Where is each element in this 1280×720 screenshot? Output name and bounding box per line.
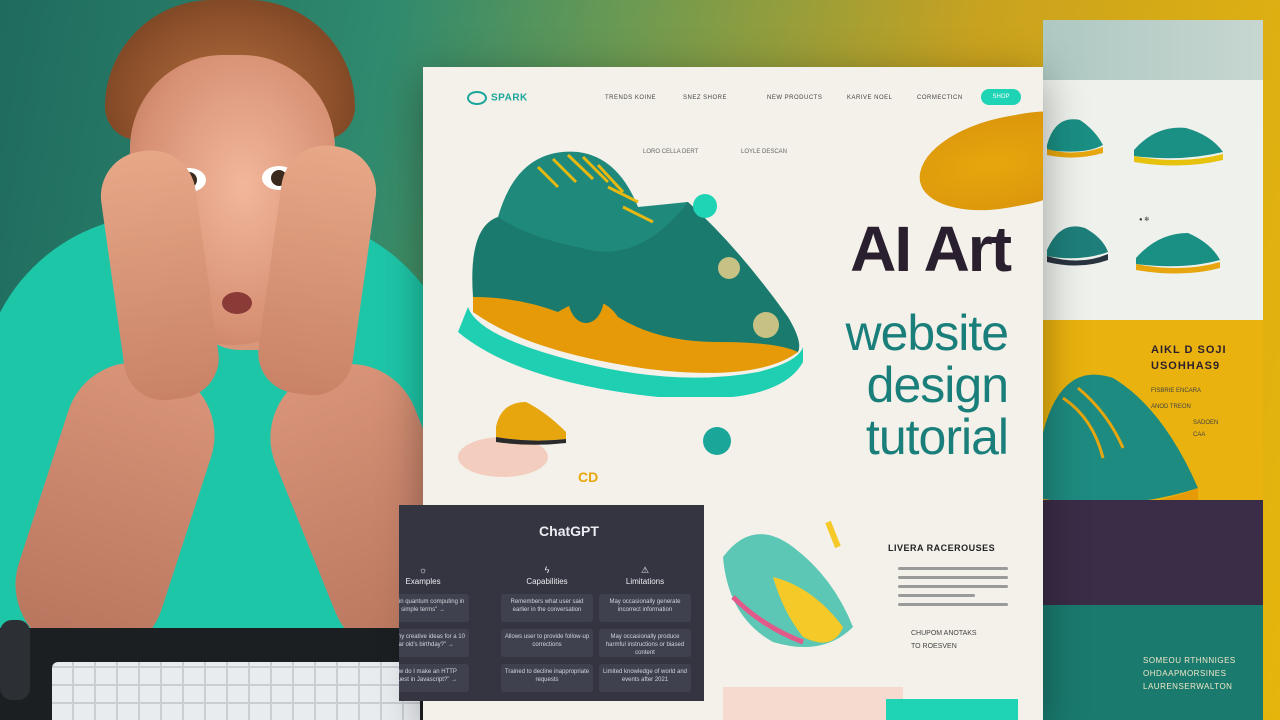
mockup-cta-button: SHOP xyxy=(981,89,1021,105)
side-purple-section xyxy=(1043,500,1263,605)
mockup-body-lines xyxy=(898,561,1008,612)
column-header: Examples xyxy=(405,577,441,586)
subtitle-line-design: design xyxy=(866,357,1009,413)
headline-subtitle: website design tutorial xyxy=(723,305,1009,465)
lightning-icon: ϟ xyxy=(544,565,550,575)
capability-card: Remembers what user said earlier in the … xyxy=(501,594,593,622)
mouth xyxy=(222,292,252,314)
limitation-card: May occasionally generate incorrect info… xyxy=(599,594,691,622)
bottom-shoe-icon xyxy=(723,520,853,647)
limitation-card: Limited knowledge of world and events af… xyxy=(599,664,691,692)
mockup-bottom-pink-band xyxy=(723,687,903,720)
chatgpt-column-examples: ☼ Examples "Explain quantum computing in… xyxy=(399,565,469,699)
side-shoe-3-icon xyxy=(1047,226,1108,266)
mockup-stray-mark: CD xyxy=(578,469,599,485)
mockup-link-1: CHUPOM ANOTAKS xyxy=(911,630,977,637)
mockup-nav-item-5: CORMECTICN xyxy=(917,95,963,101)
example-card[interactable]: "Got any creative ideas for a 10 year ol… xyxy=(399,629,469,657)
limitation-card: May occasionally produce harmful instruc… xyxy=(599,629,691,657)
chatgpt-column-capabilities: ϟ Capabilities Remembers what user said … xyxy=(501,565,593,699)
logo-swirl-icon xyxy=(467,91,487,105)
side-shoe-1-icon xyxy=(1047,119,1103,158)
pale-dot-1 xyxy=(718,257,740,279)
chatgpt-title: ChatGPT xyxy=(539,523,599,539)
yellow-blob-decoration xyxy=(911,102,1043,222)
column-header: Capabilities xyxy=(526,577,568,586)
small-shoe-icon xyxy=(496,402,566,445)
sun-icon: ☼ xyxy=(418,565,428,575)
side-website-mockup: ● ✻ AIKL D SOJI USOHHAS9 FISBRIE ENCARA … xyxy=(1043,20,1263,720)
mockup-nav-item-3: NEW PRODUCTS xyxy=(767,95,823,101)
example-card[interactable]: "How do I make an HTTP request in Javasc… xyxy=(399,664,469,692)
mockup-nav-item-1: TRENDS KOINE xyxy=(605,95,657,101)
mockup-logo: SPARK xyxy=(467,91,528,105)
example-card[interactable]: "Explain quantum computing in simple ter… xyxy=(399,594,469,622)
computer-mouse xyxy=(0,620,30,700)
side-shoe-4-icon xyxy=(1136,233,1220,274)
chatgpt-panel: ChatGPT ☼ Examples "Explain quantum comp… xyxy=(399,505,704,701)
capability-card: Allows user to provide follow-up correct… xyxy=(501,629,593,657)
keyboard xyxy=(52,662,420,720)
subtitle-line-website: website xyxy=(845,305,1009,361)
chatgpt-column-limitations: ⚠ Limitations May occasionally generate … xyxy=(599,565,691,699)
headline-ai-art: AI Art xyxy=(850,213,1012,285)
side-mockup-header-band xyxy=(1043,20,1263,80)
mockup-bottom-teal-band xyxy=(886,699,1018,720)
warning-icon: ⚠ xyxy=(640,565,650,575)
teal-dot-1 xyxy=(693,194,717,218)
mockup-nav-item-4: KARIVE NOEL xyxy=(847,95,893,101)
column-header: Limitations xyxy=(625,577,665,586)
mockup-section-brand: LIVERA RACEROUSES xyxy=(888,543,996,553)
mockup-link-2: TO ROESVEN xyxy=(911,643,957,650)
side-label-small: ● ✻ xyxy=(1139,217,1150,223)
capability-card: Trained to decline inappropriate request… xyxy=(501,664,593,692)
side-footer-text: SOMEOU RTHNNIGES OHDAAPMORSINES LAURENSE… xyxy=(1143,656,1236,691)
subtitle-line-tutorial: tutorial xyxy=(865,409,1009,465)
side-shoe-2-icon xyxy=(1134,127,1223,166)
mockup-nav-item-2: SNEZ SHORE xyxy=(683,95,728,101)
